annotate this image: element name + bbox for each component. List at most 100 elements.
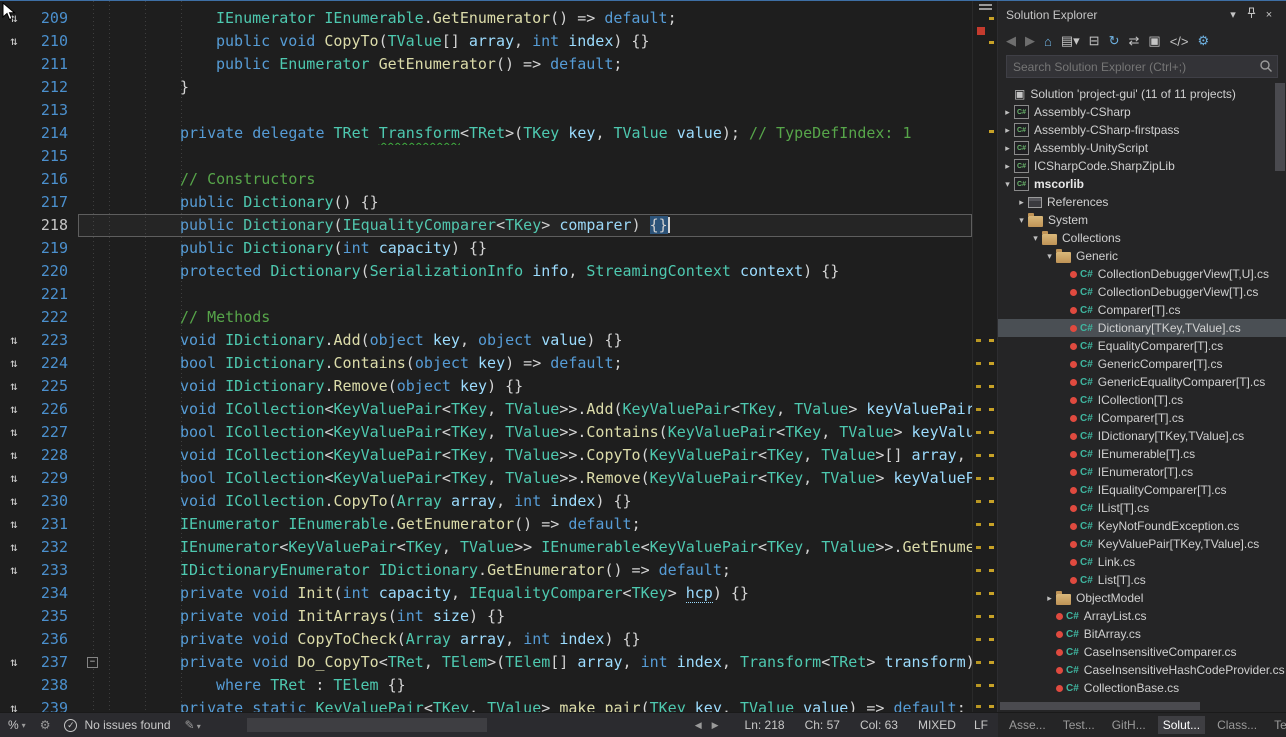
tree-item-ienumerable-t-cs[interactable]: C#IEnumerable[T].cs [998, 445, 1286, 463]
code-view-icon[interactable]: </> [1170, 34, 1189, 49]
back-icon[interactable]: ◀ [1006, 33, 1016, 49]
tool-window-tab-test[interactable]: Test... [1058, 716, 1100, 734]
tool-window-tab-solut[interactable]: Solut... [1158, 716, 1205, 734]
tree-item-mscorlib[interactable]: ▾C#mscorlib [998, 175, 1286, 193]
code-line-223[interactable]: ⇅223void IDictionary.Add(object key, obj… [0, 329, 997, 352]
search-input[interactable] [1006, 55, 1278, 78]
tree-item-collectiondebuggerview-t-u-cs[interactable]: C#CollectionDebuggerView[T,U].cs [998, 265, 1286, 283]
home-icon[interactable]: ⌂ [1044, 34, 1052, 49]
line-number[interactable]: 210 [28, 30, 78, 53]
code-text[interactable]: public Dictionary() {} [108, 191, 972, 214]
override-indicator-icon[interactable]: ⇅ [10, 34, 17, 48]
code-line-218[interactable]: 218public Dictionary(IEqualityComparer<T… [0, 214, 997, 237]
tool-window-tab-asse[interactable]: Asse... [1004, 716, 1051, 734]
code-text[interactable] [108, 283, 972, 306]
code-text[interactable]: public Enumerator GetEnumerator() => def… [108, 53, 972, 76]
code-line-231[interactable]: ⇅231IEnumerator IEnumerable.GetEnumerato… [0, 513, 997, 536]
code-line-209[interactable]: ⇅209IEnumerator IEnumerable.GetEnumerato… [0, 7, 997, 30]
line-number[interactable]: 215 [28, 145, 78, 168]
line-number[interactable]: 212 [28, 76, 78, 99]
tree-item-arraylist-cs[interactable]: C#ArrayList.cs [998, 607, 1286, 625]
code-line-211[interactable]: 211 public Enumerator GetEnumerator() => … [0, 53, 997, 76]
tree-item-ilist-t-cs[interactable]: C#IList[T].cs [998, 499, 1286, 517]
view-selector-icon[interactable]: ▤▾ [1061, 33, 1080, 49]
line-number[interactable]: 213 [28, 99, 78, 122]
code-text[interactable]: public Dictionary(IEqualityComparer<TKey… [108, 214, 972, 237]
code-text[interactable]: protected Dictionary(SerializationInfo i… [108, 260, 972, 283]
line-number[interactable]: 232 [28, 536, 78, 559]
code-text[interactable]: void ICollection.CopyTo(Array array, int… [108, 490, 972, 513]
tree-item-iequalitycomparer-t-cs[interactable]: C#IEqualityComparer[T].cs [998, 481, 1286, 499]
override-indicator-icon[interactable]: ⇅ [10, 701, 17, 712]
code-line-237[interactable]: ⇅237−private void Do_CopyTo<TRet, TElem>… [0, 651, 997, 674]
collapse-all-icon[interactable]: ⊟ [1089, 33, 1100, 49]
line-number[interactable]: 225 [28, 375, 78, 398]
tree-item-bitarray-cs[interactable]: C#BitArray.cs [998, 625, 1286, 643]
code-text[interactable]: IEnumerator IEnumerable.GetEnumerator() … [108, 7, 972, 30]
override-indicator-icon[interactable]: ⇅ [10, 448, 17, 462]
override-indicator-icon[interactable]: ⇅ [10, 471, 17, 485]
tree-item-genericcomparer-t-cs[interactable]: C#GenericComparer[T].cs [998, 355, 1286, 373]
code-text[interactable]: private void Init(int capacity, IEqualit… [108, 582, 972, 605]
tree-item-assembly-unityscript[interactable]: ▸C#Assembly-UnityScript [998, 139, 1286, 157]
chevron-collapsed-icon[interactable]: ▸ [1001, 125, 1014, 136]
chevron-expanded-icon[interactable]: ▾ [1015, 215, 1028, 226]
editor-horizontal-scrollbar[interactable] [217, 713, 685, 737]
override-indicator-icon[interactable]: ⇅ [10, 517, 17, 531]
encoding-indicator[interactable]: MIXED [918, 718, 956, 732]
code-line-233[interactable]: ⇅233IDictionaryEnumerator IDictionary.Ge… [0, 559, 997, 582]
code-text[interactable]: private void CopyToCheck(Array array, in… [108, 628, 972, 651]
tree-item-caseinsensitivehashcodeprovider-cs[interactable]: C#CaseInsensitiveHashCodeProvider.cs [998, 661, 1286, 679]
line-number[interactable]: 239 [28, 697, 78, 712]
line-number[interactable]: 238 [28, 674, 78, 697]
code-line-232[interactable]: ⇅232IEnumerator<KeyValuePair<TKey, TValu… [0, 536, 997, 559]
override-indicator-icon[interactable]: ⇅ [10, 425, 17, 439]
line-number[interactable]: 214 [28, 122, 78, 145]
chevron-expanded-icon[interactable]: ▾ [1001, 179, 1014, 190]
tool-window-tab-gith[interactable]: GitH... [1107, 716, 1151, 734]
code-line-227[interactable]: ⇅227bool ICollection<KeyValuePair<TKey, … [0, 421, 997, 444]
tree-item-references[interactable]: ▸References [998, 193, 1286, 211]
line-number[interactable]: 221 [28, 283, 78, 306]
tree-item-keyvaluepair-tkey-tvalue-cs[interactable]: C#KeyValuePair[TKey,TValue].cs [998, 535, 1286, 553]
line-number[interactable]: 230 [28, 490, 78, 513]
code-text[interactable]: bool ICollection<KeyValuePair<TKey, TVal… [108, 421, 972, 444]
code-text[interactable]: } [108, 76, 972, 99]
close-icon[interactable]: × [1260, 9, 1278, 21]
tree-item-solution-project-gui-11-of-11-projects[interactable]: ▣Solution 'project-gui' (11 of 11 projec… [998, 85, 1286, 103]
override-indicator-icon[interactable]: ⇅ [10, 402, 17, 416]
code-line-238[interactable]: 238where TRet : TElem {} [0, 674, 997, 697]
zoom-control[interactable]: % ▾ [8, 718, 26, 732]
tree-item-assembly-csharp-firstpass[interactable]: ▸C#Assembly-CSharp-firstpass [998, 121, 1286, 139]
override-indicator-icon[interactable]: ⇅ [10, 655, 17, 669]
line-number[interactable]: 234 [28, 582, 78, 605]
code-text[interactable]: private delegate TRet Transform<TRet>(TK… [108, 122, 972, 145]
chevron-expanded-icon[interactable]: ▾ [1043, 251, 1056, 262]
tree-item-collections[interactable]: ▾Collections [998, 229, 1286, 247]
tree-item-idictionary-tkey-tvalue-cs[interactable]: C#IDictionary[TKey,TValue].cs [998, 427, 1286, 445]
tree-item-icsharpcode-sharpziplib[interactable]: ▸C#ICSharpCode.SharpZipLib [998, 157, 1286, 175]
line-number[interactable]: 226 [28, 398, 78, 421]
code-text[interactable]: IDictionaryEnumerator IDictionary.GetEnu… [108, 559, 972, 582]
code-text[interactable]: bool ICollection<KeyValuePair<TKey, TVal… [108, 467, 972, 490]
tool-window-tab-class[interactable]: Class... [1212, 716, 1262, 734]
tree-item-dictionary-tkey-tvalue-cs[interactable]: C#Dictionary[TKey,TValue].cs [998, 319, 1286, 337]
tree-item-ienumerator-t-cs[interactable]: C#IEnumerator[T].cs [998, 463, 1286, 481]
code-text[interactable]: private void InitArrays(int size) {} [108, 605, 972, 628]
code-line-230[interactable]: ⇅230void ICollection.CopyTo(Array array,… [0, 490, 997, 513]
pin-icon[interactable] [1242, 7, 1260, 22]
code-line-226[interactable]: ⇅226void ICollection<KeyValuePair<TKey, … [0, 398, 997, 421]
code-line-210[interactable]: ⇅ 210 public void CopyTo(TValue[] array, i… [0, 30, 997, 53]
code-line-225[interactable]: ⇅225void IDictionary.Remove(object key) … [0, 375, 997, 398]
code-line-236[interactable]: 236private void CopyToCheck(Array array,… [0, 628, 997, 651]
show-all-files-icon[interactable]: ▣ [1148, 33, 1160, 49]
code-text[interactable]: public void CopyTo(TValue[] array, int i… [108, 30, 972, 53]
line-number[interactable]: 211 [28, 53, 78, 76]
line-ending-indicator[interactable]: LF [974, 718, 988, 732]
sync-with-active-document-icon[interactable]: ⇄ [1128, 33, 1139, 49]
override-indicator-icon[interactable]: ⇅ [10, 356, 17, 370]
line-number[interactable]: 219 [28, 237, 78, 260]
line-number[interactable]: 216 [28, 168, 78, 191]
code-line-220[interactable]: 220protected Dictionary(SerializationInf… [0, 260, 997, 283]
code-line-228[interactable]: ⇅228void ICollection<KeyValuePair<TKey, … [0, 444, 997, 467]
